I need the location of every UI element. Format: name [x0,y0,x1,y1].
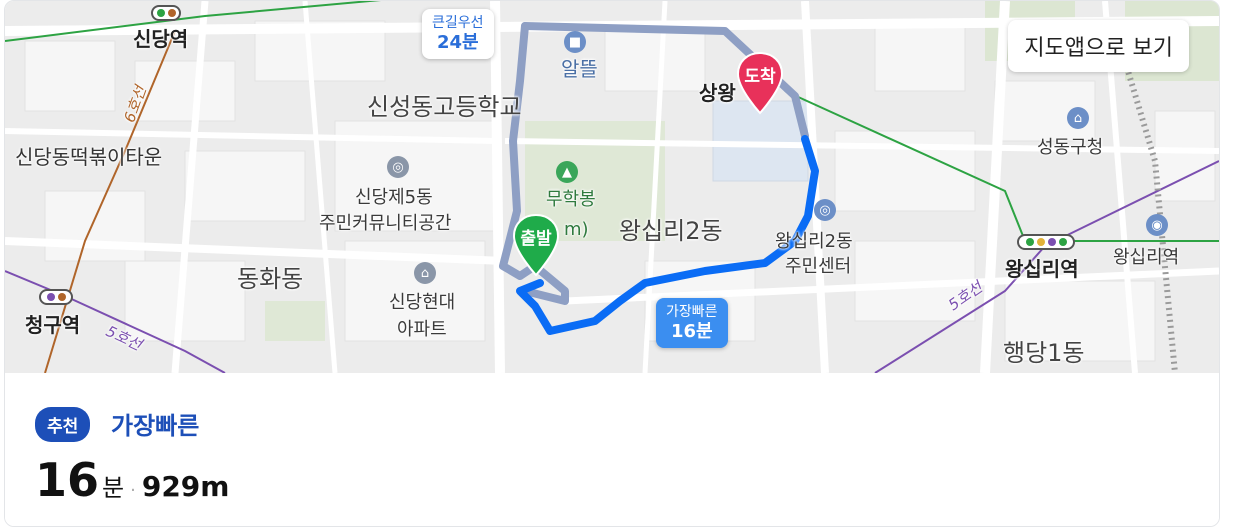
seongdong-office-label: 성동구청 [1037,137,1104,158]
duration-unit: 분 [102,474,125,502]
muhakbong-label: 무학봉 [546,189,596,210]
open-map-app-button[interactable]: 지도앱으로 보기 [1008,20,1189,72]
end-marker-label: 도착 [744,67,776,87]
rail-station-icon[interactable]: ◉ [1146,214,1168,236]
sindang5-label: 신당제5동 [355,187,433,208]
route-card: 신당역 신당동떡볶이타운 신성동고등학교 알뜰 ■ 상왕 ◎ 신당제5동 주민커… [4,0,1220,527]
sindang5-sub-label: 주민커뮤니티공간 [319,213,452,234]
main-route-type: 가장빠른 [666,304,718,320]
duration-minutes: 16 [35,453,100,507]
separator-dot: · [130,480,136,501]
sindang-hyundai-sub-label: 아파트 [397,319,447,340]
sindang-station-label: 신당역 [133,27,189,51]
cheonggu-station-label: 청구역 [25,313,81,337]
route-distance: 929m [141,470,230,503]
sangwang-label: 상왕 [699,81,736,105]
route-summary[interactable]: 추천 가장빠른 16 분 · 929m [5,373,1219,526]
start-marker[interactable]: 출발 [511,213,561,277]
main-route-time: 16분 [670,320,713,342]
main-route-callout[interactable]: 가장빠른 16분 [656,298,728,349]
altteul-label: 알뜰 [561,57,598,81]
mountain-poi-icon[interactable]: ▲ [556,161,578,183]
sindang-tteokbokki-label: 신당동떡볶이타운 [15,145,163,169]
alt-route-time: 24분 [436,31,479,53]
donghwa-label: 동화동 [237,265,304,293]
sindang-station-icon[interactable] [151,5,181,21]
wangsimni2-center-label: 왕십리2동 [775,231,853,252]
alt-route-callout[interactable]: 큰길우선 24분 [422,9,494,60]
route-duration: 16 분 · 929m [35,453,229,507]
end-marker[interactable]: 도착 [735,51,785,115]
park-area [265,301,325,341]
wangsimni-station-label: 왕십리역 [1005,257,1079,281]
route-map[interactable]: 신당역 신당동떡볶이타운 신성동고등학교 알뜰 ■ 상왕 ◎ 신당제5동 주민커… [5,1,1219,373]
wangsimni-station-icon[interactable] [1017,234,1075,250]
government-poi-icon[interactable]: ⌂ [1067,107,1089,129]
sindang-hyundai-label: 신당현대 [389,292,456,313]
route-type-label: 가장빠른 [111,412,200,440]
apartment-poi-icon[interactable]: ⌂ [414,262,436,284]
cheonggu-station-icon[interactable] [39,289,73,305]
muhakbong-suffix-label: m) [564,219,589,240]
recommend-badge: 추천 [35,407,91,442]
haengdang1-label: 행당1동 [1003,339,1085,367]
sinseong-school-label: 신성동고등학교 [367,93,522,121]
wangsimni2-label: 왕십리2동 [619,217,723,245]
community-poi-icon[interactable]: ◎ [387,156,409,178]
wangsimni-rail-label: 왕십리역 [1113,247,1180,268]
alt-route-type: 큰길우선 [432,15,484,31]
wangsimni2-center-sub-label: 주민센터 [785,256,852,277]
shop-poi-icon[interactable]: ■ [564,31,586,53]
start-marker-label: 출발 [520,229,552,249]
office-poi-icon[interactable]: ◎ [814,199,836,221]
